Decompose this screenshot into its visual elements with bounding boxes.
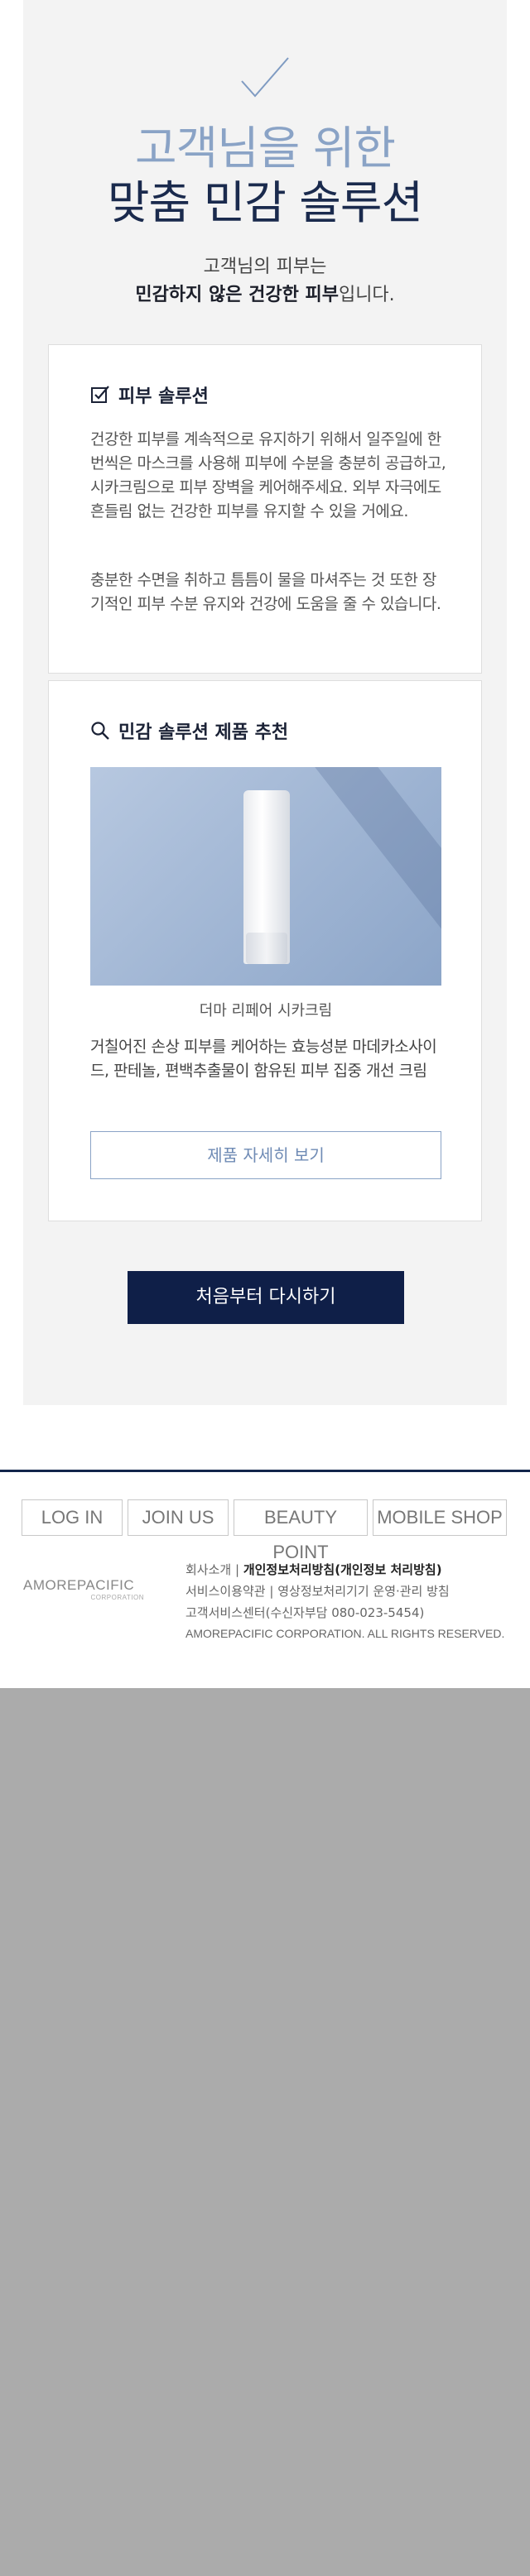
skin-solution-heading: 피부 솔루션 [90, 381, 209, 408]
cctv-policy-link[interactable]: 영상정보처리기기 운영·관리 방침 [277, 1584, 450, 1599]
logo-main-text: AMOREPACIFIC [23, 1577, 135, 1593]
login-link[interactable]: LOG IN [22, 1499, 123, 1536]
product-detail-button[interactable]: 제품 자세히 보기 [90, 1131, 441, 1179]
footer-links-row3: 고객서비스센터(수신자부담 080-023-5454) [186, 1602, 450, 1624]
link-separator: | [234, 1562, 243, 1577]
logo-sub-text: CORPORATION [90, 1594, 144, 1601]
product-recommend-card: 민감 솔루션 제품 추천 더마 리페어 시카크림 거칠어진 손상 피부를 케어하… [48, 680, 482, 1221]
footer-nav: LOG IN JOIN US BEAUTY POINT MOBILE SHOP [22, 1499, 512, 1562]
terms-link[interactable]: 서비스이용약관 [186, 1584, 266, 1599]
product-recommend-title: 민감 솔루션 제품 추천 [118, 722, 289, 743]
solution-paragraph-1: 건강한 피부를 계속적으로 유지하기 위해서 일주일에 한번씩은 마스크를 사용… [90, 430, 446, 520]
product-name: 더마 리페어 시카크림 [199, 1002, 333, 1019]
customer-center-link[interactable]: 고객서비스센터(수신자부담 080-023-5454) [186, 1605, 424, 1620]
product-image [90, 767, 441, 986]
copyright: AMOREPACIFIC CORPORATION. ALL RIGHTS RES… [186, 1627, 505, 1640]
link-separator: | [269, 1584, 278, 1599]
page: 고객님을 위한 맞춤 민감 솔루션 고객님의 피부는 민감하지 않은 건강한 피… [0, 0, 530, 1688]
beauty-point-link[interactable]: BEAUTY POINT [234, 1499, 368, 1562]
privacy-link[interactable]: 개인정보처리방침(개인정보 처리방침) [243, 1562, 442, 1577]
checkmark-icon [241, 57, 289, 98]
skin-type-result: 민감하지 않은 건강한 피부 [135, 285, 339, 305]
product-shadow [289, 767, 441, 986]
footer-links-row2: 서비스이용약관 | 영상정보처리기기 운영·관리 방침 [186, 1581, 450, 1602]
company-link[interactable]: 회사소개 [186, 1562, 231, 1577]
result-subtitle-line2: 민감하지 않은 건강한 피부입니다. [0, 280, 530, 306]
search-icon [91, 722, 109, 740]
solution-paragraph-2: 충분한 수면을 취하고 틈틈이 물을 마셔주는 것 또한 장기적인 피부 수분 … [90, 571, 441, 613]
skin-solution-card: 피부 솔루션 건강한 피부를 계속적으로 유지하기 위해서 일주일에 한번씩은 … [48, 344, 482, 674]
tube-cap [246, 933, 287, 964]
subtitle-ending: 입니다. [338, 285, 395, 305]
footer-links-row1: 회사소개 | 개인정보처리방침(개인정보 처리방침) [186, 1559, 450, 1581]
checkbox-icon [91, 386, 109, 403]
join-link[interactable]: JOIN US [128, 1499, 229, 1536]
result-subtitle-line1: 고객님의 피부는 [203, 257, 327, 277]
mobile-shop-link[interactable]: MOBILE SHOP [373, 1499, 507, 1536]
footer-links: 회사소개 | 개인정보처리방침(개인정보 처리방침) 서비스이용약관 | 영상정… [186, 1559, 450, 1624]
result-title-line2: 맞춤 민감 솔루션 [107, 176, 423, 229]
amorepacific-logo: AMOREPACIFIC CORPORATION [23, 1577, 147, 1601]
skin-solution-title: 피부 솔루션 [118, 386, 209, 407]
product-recommend-heading: 민감 솔루션 제품 추천 [90, 717, 288, 744]
footer-divider [0, 1470, 530, 1472]
restart-button[interactable]: 처음부터 다시하기 [128, 1271, 404, 1324]
product-description: 거칠어진 손상 피부를 케어하는 효능성분 마데카소사이드, 판테놀, 편백추출… [90, 1038, 437, 1080]
